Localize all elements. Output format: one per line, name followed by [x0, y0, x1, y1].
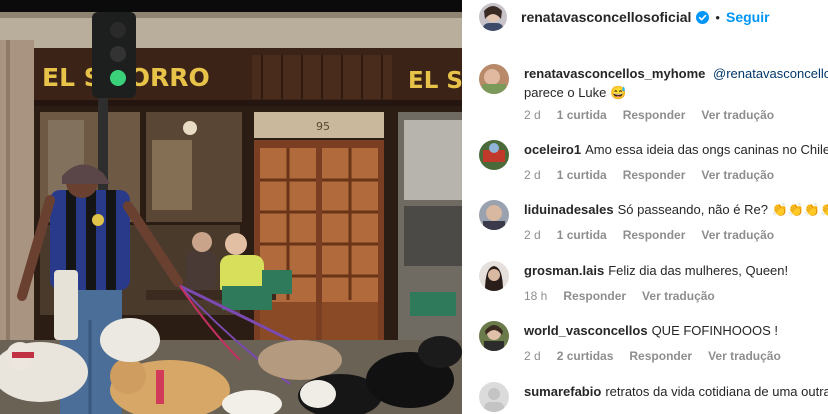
translate-button[interactable]: Ver tradução [642, 289, 715, 303]
comment-username[interactable]: world_vasconcellos [524, 323, 648, 338]
comment-time[interactable]: 2 d [524, 108, 541, 122]
commenter-avatar[interactable] [479, 261, 509, 291]
comment-time[interactable]: 18 h [524, 289, 547, 303]
comments-panel: renatavasconcellosoficial • Seguir renat… [462, 0, 828, 414]
reply-button[interactable]: Responder [629, 349, 692, 363]
reply-button[interactable]: Responder [623, 168, 686, 182]
comment-text: Amo essa ideia das ongs caninas no Chile [585, 142, 828, 157]
photo-top-bar [0, 0, 462, 12]
commenter-avatar[interactable] [479, 382, 509, 412]
verified-badge-icon [696, 10, 710, 24]
commenter-avatar[interactable] [479, 140, 509, 170]
comment-likes[interactable]: 2 curtidas [557, 349, 614, 363]
comment-username[interactable]: grosman.lais [524, 263, 604, 278]
post-photo[interactable]: EL S CORRO EL SO 95 [0, 0, 462, 414]
commenter-avatar[interactable] [479, 64, 509, 94]
author-avatar[interactable] [479, 3, 507, 31]
comment-likes[interactable]: 1 curtida [557, 228, 607, 242]
translate-button[interactable]: Ver tradução [708, 349, 781, 363]
comment-mention[interactable]: @renatavasconcellos [713, 66, 828, 81]
comment-time[interactable]: 2 d [524, 168, 541, 182]
comment-text: Feliz dia das mulheres, Queen! [608, 263, 789, 278]
comment-username[interactable]: sumarefabio [524, 384, 601, 399]
reply-button[interactable]: Responder [563, 289, 626, 303]
translate-button[interactable]: Ver tradução [701, 228, 774, 242]
street-scene-illustration: EL S CORRO EL SO 95 [0, 0, 462, 414]
comment-likes[interactable]: 1 curtida [557, 168, 607, 182]
translate-button[interactable]: Ver tradução [701, 168, 774, 182]
post-header: renatavasconcellosoficial • Seguir [462, 0, 828, 34]
comment-time[interactable]: 2 d [524, 349, 541, 363]
comment-likes[interactable]: 1 curtida [557, 108, 607, 122]
reply-button[interactable]: Responder [623, 228, 686, 242]
header-separator: • [715, 9, 720, 25]
reply-button[interactable]: Responder [623, 108, 686, 122]
commenter-avatar[interactable] [479, 321, 509, 351]
comment-text: retratos da vida cotidiana de uma outra [605, 384, 828, 399]
comment-username[interactable]: oceleiro1 [524, 142, 581, 157]
comment-text: parece o Luke 😅 [524, 85, 627, 100]
commenter-avatar[interactable] [479, 200, 509, 230]
translate-button[interactable]: Ver tradução [701, 108, 774, 122]
comment-username[interactable]: renatavasconcellos_myhome [524, 66, 705, 81]
follow-button[interactable]: Seguir [726, 9, 770, 25]
door-number-text: 95 [316, 120, 330, 133]
comment-text: QUE FOFINHOOOS ! [651, 323, 778, 338]
comment-username[interactable]: liduinadesales [524, 202, 614, 217]
comment-time[interactable]: 2 d [524, 228, 541, 242]
comment-text: Só passeando, não é Re? 👏👏👏👏 [617, 202, 828, 217]
author-username[interactable]: renatavasconcellosoficial [521, 9, 691, 25]
sign-right-text: EL SO [408, 68, 462, 94]
